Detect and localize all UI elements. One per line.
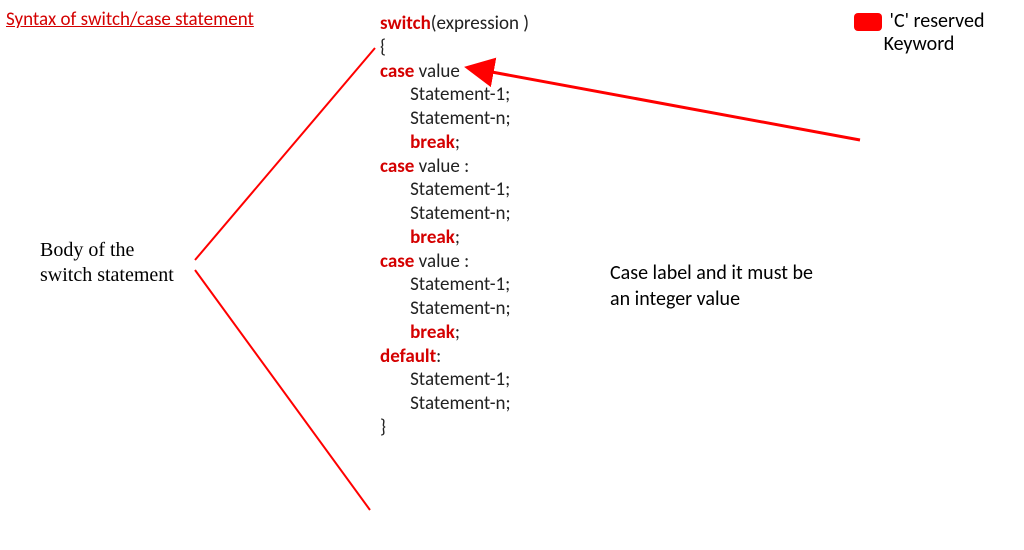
code-text: ; xyxy=(455,321,460,344)
legend: 'C' reserved Keyword xyxy=(844,10,994,56)
code-text: } xyxy=(380,416,386,439)
code-text: Statement-n; xyxy=(410,107,511,130)
code-line: Statement-n; xyxy=(380,107,529,131)
code-text: ; xyxy=(455,226,460,249)
kw-break: break xyxy=(410,131,455,154)
code-line: { xyxy=(380,36,529,60)
code-line: Statement-1; xyxy=(380,273,529,297)
code-text: Statement-1; xyxy=(410,368,510,391)
code-text: Statement-n; xyxy=(410,392,511,415)
legend-swatch xyxy=(854,13,882,31)
code-line: default: xyxy=(380,345,529,369)
legend-text-line1: 'C' reserved xyxy=(890,10,985,33)
code-line: Statement-1; xyxy=(380,178,529,202)
code-block: switch(expression ) { case value Stateme… xyxy=(380,12,529,440)
case-label-line1: Case label and it must be xyxy=(610,260,870,286)
body-label-line2: switch statement xyxy=(40,263,200,288)
body-label: Body of the switch statement xyxy=(40,238,200,288)
code-text: value xyxy=(414,60,460,83)
code-line: case value : xyxy=(380,155,529,179)
kw-case: case xyxy=(380,250,414,273)
code-line: Statement-n; xyxy=(380,392,529,416)
code-line: case value xyxy=(380,60,529,84)
code-line: break; xyxy=(380,226,529,250)
code-text: : xyxy=(436,345,441,368)
code-text: { xyxy=(380,36,386,59)
kw-switch: switch xyxy=(380,12,431,35)
code-line: case value : xyxy=(380,250,529,274)
code-line: break; xyxy=(380,321,529,345)
code-text: ; xyxy=(455,131,460,154)
code-text: (expression ) xyxy=(431,12,529,35)
kw-break: break xyxy=(410,226,455,249)
code-text: Statement-1; xyxy=(410,83,510,106)
body-label-line1: Body of the xyxy=(40,238,200,263)
case-label-line2: an integer value xyxy=(610,286,870,312)
code-line: switch(expression ) xyxy=(380,12,529,36)
code-text: Statement-n; xyxy=(410,202,511,225)
code-line: Statement-1; xyxy=(380,368,529,392)
kw-case: case xyxy=(380,155,414,178)
code-text: Statement-1; xyxy=(410,273,510,296)
code-text: value : xyxy=(414,155,469,178)
code-line: } xyxy=(380,416,529,440)
code-text: value : xyxy=(414,250,469,273)
code-line: Statement-n; xyxy=(380,297,529,321)
bracket-line-top xyxy=(195,48,375,260)
kw-break: break xyxy=(410,321,455,344)
bracket-line-bottom xyxy=(195,270,370,510)
code-text: Statement-1; xyxy=(410,178,510,201)
kw-case: case xyxy=(380,60,414,83)
code-text: Statement-n; xyxy=(410,297,511,320)
legend-text-line2: Keyword xyxy=(844,33,994,56)
kw-default: default xyxy=(380,345,436,368)
diagram-title: Syntax of switch/case statement xyxy=(6,8,254,31)
code-line: Statement-n; xyxy=(380,202,529,226)
code-line: Statement-1; xyxy=(380,83,529,107)
case-label: Case label and it must be an integer val… xyxy=(610,260,870,312)
code-line: break; xyxy=(380,131,529,155)
